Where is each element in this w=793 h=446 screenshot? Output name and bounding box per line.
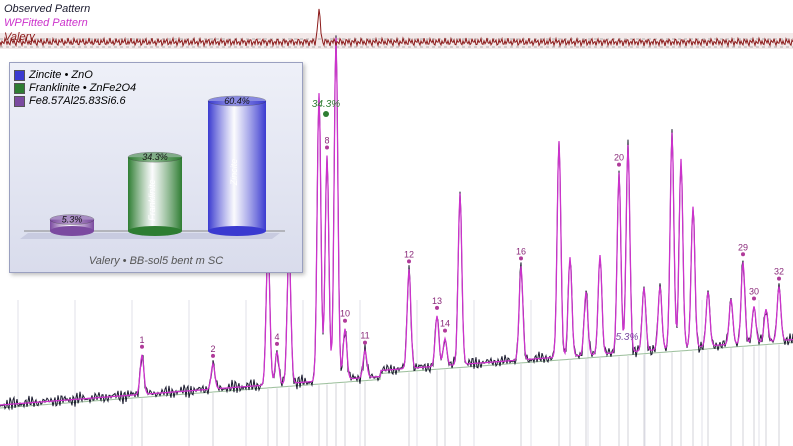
cylinder-percent-label: 5.3%: [62, 215, 83, 225]
peak-dot: [325, 145, 329, 150]
peak-label: 16: [516, 246, 526, 256]
peak-dot: [752, 296, 756, 301]
cylinder-percent-label: 34.3%: [142, 152, 168, 162]
peak-label: 1: [139, 335, 144, 345]
phase-cylinder-chart: 5.3% 34.3% Franklinite 60.4% Zincite: [20, 95, 285, 239]
pattern-legend: Observed Pattern WPFitted Pattern Valery: [4, 2, 90, 44]
peak-dot: [407, 259, 411, 264]
peak-label: 20: [614, 153, 624, 163]
phase-cylinder: 5.3%: [49, 214, 95, 236]
inset-footer: Valery • BB-sol5 bent m SC: [88, 255, 224, 267]
peak-dot: [777, 276, 781, 281]
peak-label: 14: [440, 319, 450, 329]
peak-dot: [443, 328, 447, 333]
peak-dot: [617, 162, 621, 167]
annotation-fe-phase: 5.3%: [616, 332, 639, 343]
peak-dot: [741, 252, 745, 257]
annotation-franklinite: 34.3%: [312, 99, 340, 110]
phase-composition-inset: Zincite • ZnO Franklinite • ZnFe2O4 Fe8.…: [9, 62, 303, 273]
legend-observed: Observed Pattern: [4, 3, 91, 15]
peak-label: 13: [432, 296, 442, 306]
peak-dot: [363, 340, 367, 345]
peak-label: 4: [274, 332, 279, 342]
peak-dot: [343, 318, 347, 323]
peak-dot: [211, 353, 215, 358]
legend-fitted: WPFitted Pattern: [4, 17, 88, 29]
peak-dot: [435, 305, 439, 310]
peak-dot: [140, 344, 144, 349]
xrd-chart: 1 2 4 8 10 11 12 13 14 16 20 29 30 32 34.3% 5.3% Observ…: [0, 0, 793, 446]
peak-label: 12: [404, 249, 414, 259]
cylinder-base: [208, 226, 266, 236]
annotation-dot: [323, 111, 329, 117]
peak-dot: [519, 256, 523, 261]
phase-cylinder: 34.3% Franklinite: [127, 151, 183, 236]
cylinder-name-label: Franklinite: [147, 179, 157, 221]
cylinder-base: [50, 226, 94, 236]
cylinder-name-label: Zincite: [229, 159, 239, 187]
peak-label: 11: [360, 331, 369, 341]
peak-label: 2: [210, 344, 215, 354]
peak-dot: [275, 341, 279, 346]
cylinder-base: [128, 226, 182, 236]
peak-label: 32: [774, 267, 784, 277]
phase-cylinder: 60.4% Zincite: [207, 95, 267, 236]
legend-diff: Valery: [4, 31, 35, 43]
peak-label: 30: [749, 286, 759, 296]
cylinder-percent-label: 60.4%: [224, 96, 250, 106]
peak-label: 10: [340, 309, 350, 319]
peak-label: 8: [324, 135, 329, 145]
peak-label: 29: [738, 242, 748, 252]
